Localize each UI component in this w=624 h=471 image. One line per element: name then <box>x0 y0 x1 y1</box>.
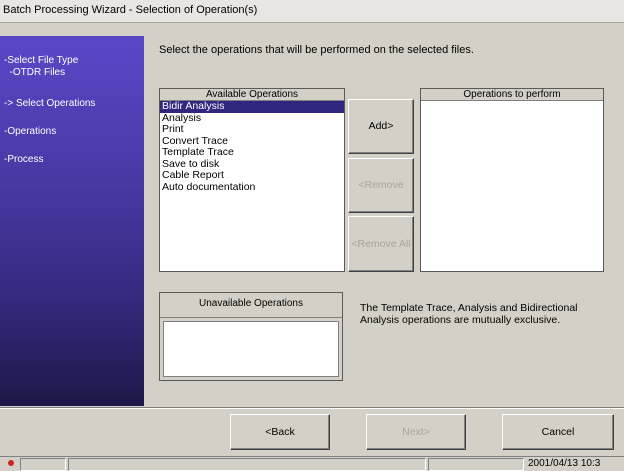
operations-to-perform-header: Operations to perform <box>421 89 603 101</box>
list-item[interactable]: Analysis <box>160 112 344 125</box>
wizard-steps-panel: -Select File Type -OTDR Files -> Select … <box>0 36 144 406</box>
available-operations-list[interactable]: Available Operations Bidir Analysis Anal… <box>159 88 345 272</box>
step-select-operations: -> Select Operations <box>4 98 96 109</box>
operations-to-perform-list[interactable]: Operations to perform <box>420 88 604 272</box>
list-item[interactable]: Print <box>160 123 344 136</box>
step-operations: -Operations <box>4 126 57 137</box>
status-indicator-icon <box>8 460 14 466</box>
footer-divider <box>0 407 624 409</box>
list-item[interactable]: Auto documentation <box>160 181 344 194</box>
add-button[interactable]: Add> <box>348 99 414 154</box>
step-otdr-files: -OTDR Files <box>4 67 66 78</box>
unavailable-operations-items <box>163 321 339 377</box>
remove-button[interactable]: <Remove <box>348 158 414 213</box>
step-select-file-type: -Select File Type <box>4 55 79 66</box>
status-bar: 2001/04/13 10:3 <box>0 456 624 471</box>
status-datetime: 2001/04/13 10:3 <box>528 458 601 469</box>
status-cell <box>428 458 524 471</box>
remove-all-button[interactable]: <Remove All <box>348 216 414 272</box>
next-button[interactable]: Next> <box>366 414 466 450</box>
list-item[interactable]: Template Trace <box>160 146 344 159</box>
unavailable-operations-header: Unavailable Operations <box>160 293 342 318</box>
exclusivity-note: The Template Trace, Analysis and Bidirec… <box>360 302 578 326</box>
window-title: Batch Processing Wizard - Selection of O… <box>3 4 258 16</box>
list-item[interactable]: Cable Report <box>160 169 344 182</box>
available-operations-items: Bidir Analysis Analysis Print Convert Tr… <box>160 100 344 194</box>
back-button[interactable]: <Back <box>230 414 330 450</box>
list-item[interactable]: Bidir Analysis <box>160 100 344 113</box>
title-bar: Batch Processing Wizard - Selection of O… <box>0 0 624 23</box>
status-cell <box>68 458 426 471</box>
status-cell <box>20 458 66 471</box>
unavailable-operations-list: Unavailable Operations <box>159 292 343 381</box>
cancel-button[interactable]: Cancel <box>502 414 614 450</box>
step-process: -Process <box>4 154 44 165</box>
instruction-text: Select the operations that will be perfo… <box>159 44 474 56</box>
